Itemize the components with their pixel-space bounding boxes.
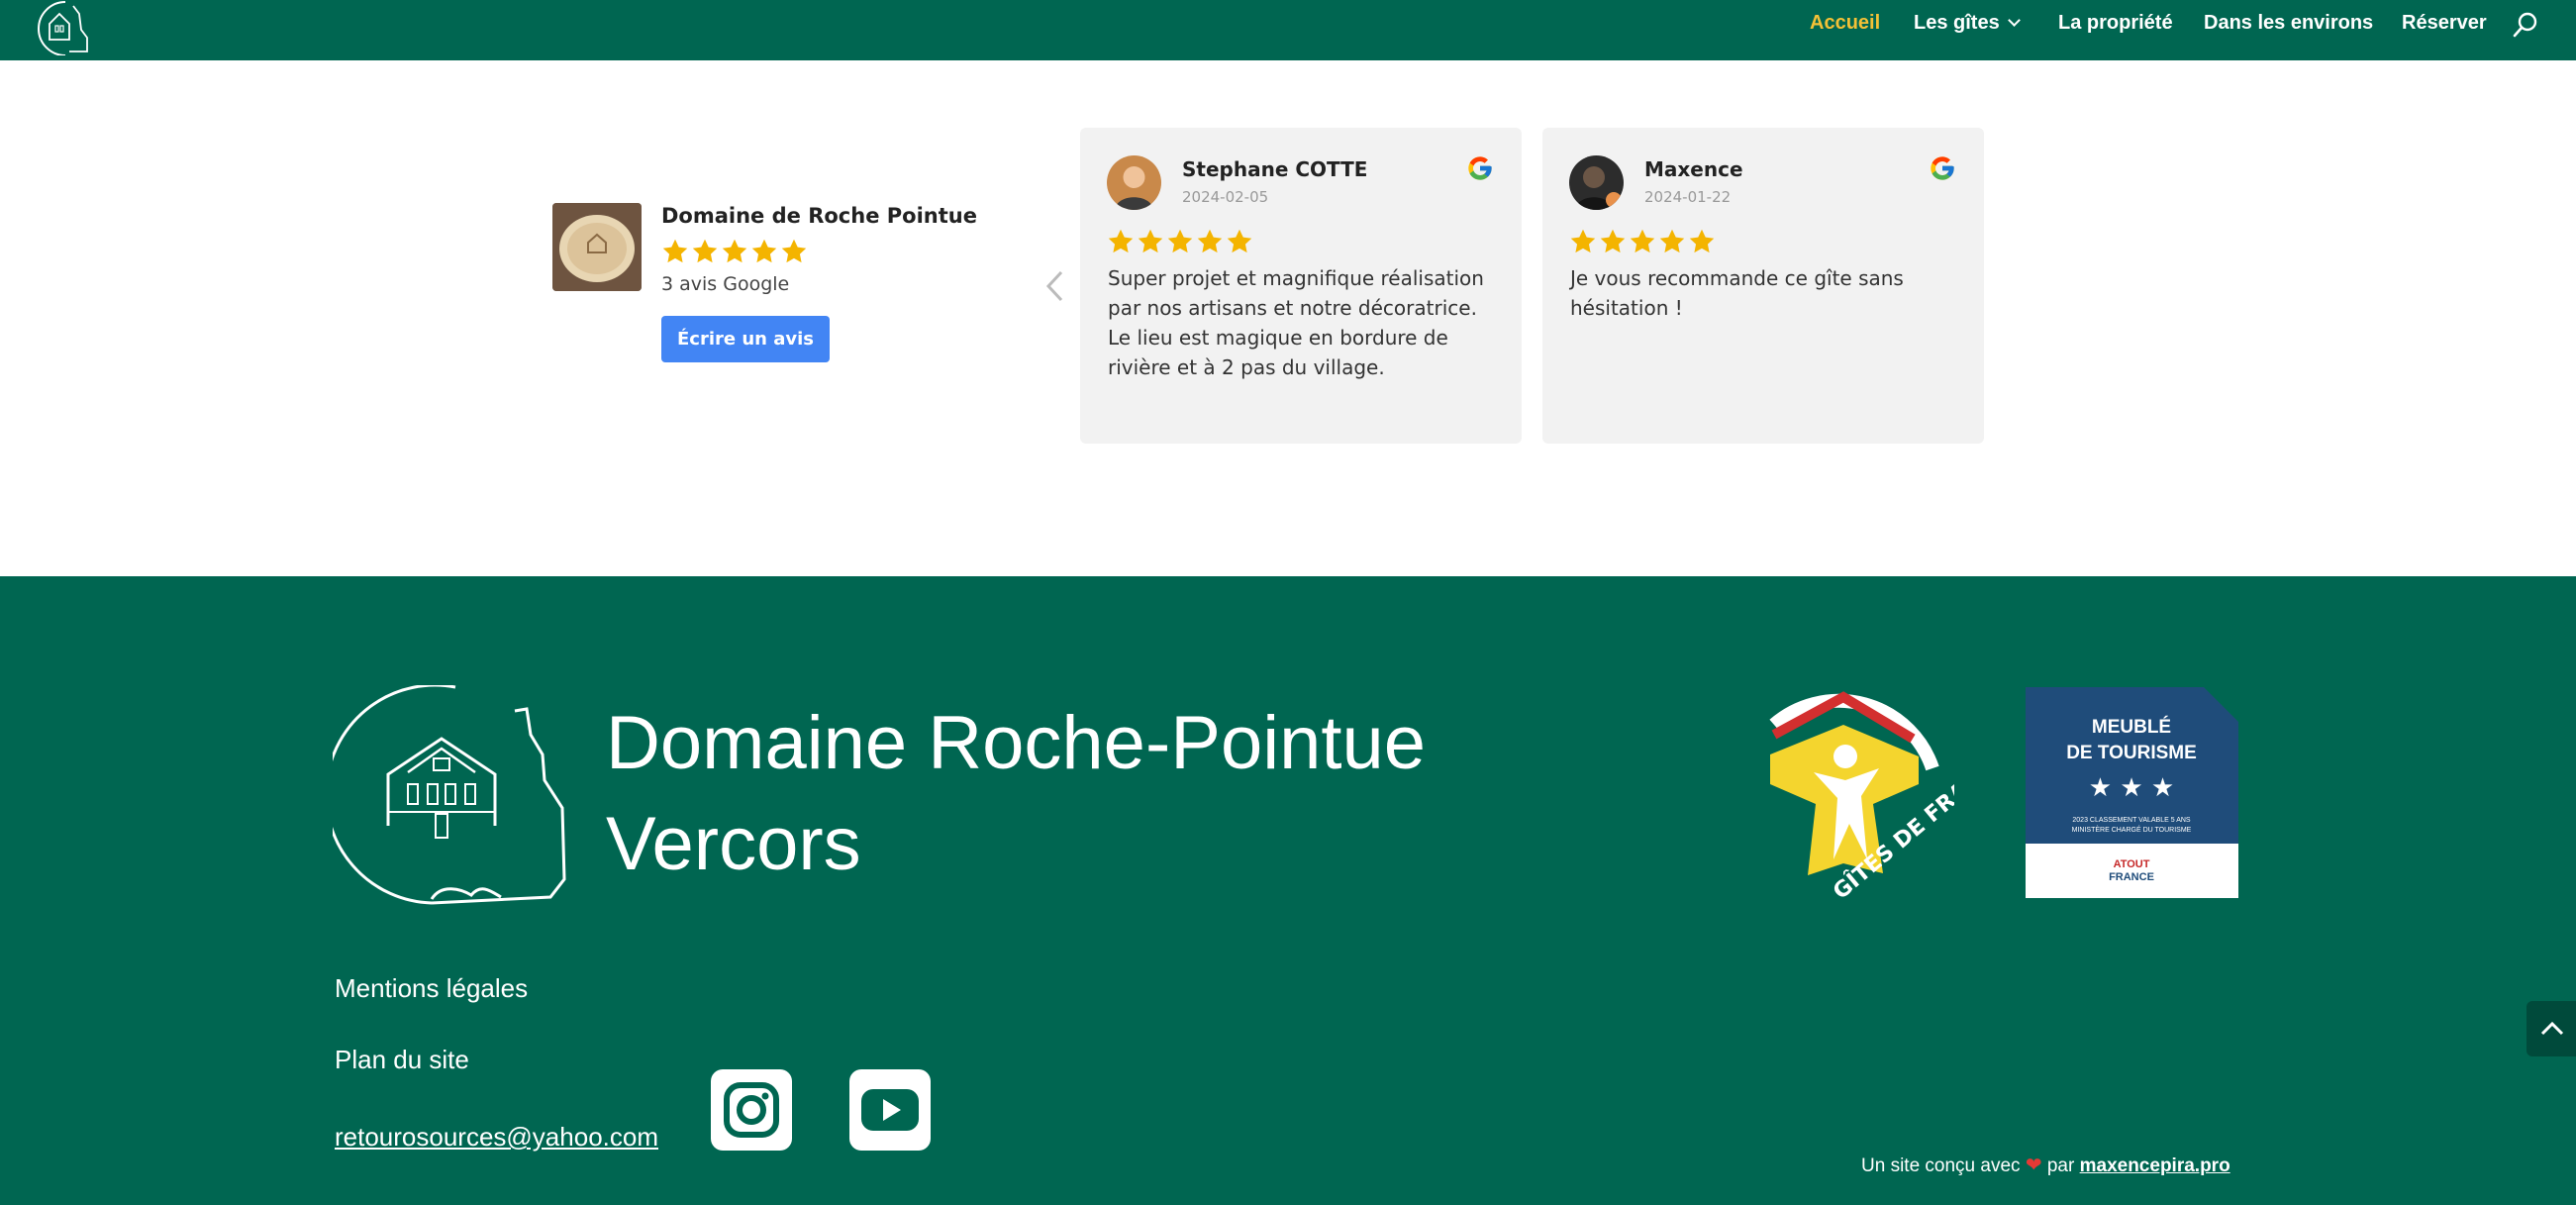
review-rating-stars [1107,228,1253,255]
meuble-small1: 2023 CLASSEMENT VALABLE 5 ANS [2072,817,2191,824]
write-review-button[interactable]: Écrire un avis [661,316,830,362]
business-photo [552,203,642,291]
nav-la-propriete[interactable]: La propriété [2058,12,2173,35]
star-icon [1138,229,1163,253]
back-to-top-button[interactable] [2526,1001,2576,1056]
star-icon [1600,229,1626,253]
star-icon [1197,229,1223,253]
youtube-icon [861,1089,919,1131]
google-icon [1468,156,1492,180]
review-rating-stars [1569,228,1716,255]
review-text: Super projet et magnifique réalisation p… [1108,266,1484,379]
star-icon [1630,229,1655,253]
business-name: Domaine de Roche Pointue [661,204,977,228]
gites-de-france-logo: GÎTES DE FRANCE [1769,691,1954,905]
review-author: Maxence [1644,157,1743,181]
mentions-legales-link[interactable]: Mentions légales [335,973,528,1004]
site-logo[interactable] [36,0,97,55]
google-icon [1931,156,1954,180]
review-count: 3 avis Google [661,273,790,295]
chevron-up-icon [2540,1021,2564,1036]
chevron-down-icon [2007,14,2021,27]
meuble-stars: ★ ★ ★ [2089,773,2174,803]
star-icon [1108,229,1134,253]
nav-dans-les-environs[interactable]: Dans les environs [2204,12,2373,35]
star-icon [1689,229,1715,253]
star-icon [662,239,688,263]
nav-accueil[interactable]: Accueil [1810,12,1880,35]
meuble-de-tourisme-badge: MEUBLÉ DE TOURISME ★ ★ ★ 2023 CLASSEMENT… [2026,687,2238,898]
credit-by: par [2046,1155,2075,1176]
site-credit: Un site conçu avec ❤ par maxencepira.pro [1861,1153,2230,1177]
meuble-small2: MINISTÈRE CHARGÉ DU TOURISME [2072,825,2192,834]
star-icon [1227,229,1252,253]
star-icon [1167,229,1193,253]
user-photo [1569,155,1624,210]
nav-les-gites[interactable]: Les gîtes [1914,12,2021,35]
user-photo [1107,155,1161,210]
wooden-sign-image [552,203,642,291]
footer-title: Domaine Roche-Pointue Vercors [606,693,1497,895]
review-card: Maxence 2024-01-22 Je vous recommande ce… [1542,128,1984,444]
star-icon [722,239,747,263]
star-icon [751,239,777,263]
chevron-left-icon[interactable] [1044,269,1066,303]
youtube-button[interactable] [849,1069,931,1151]
credit-link[interactable]: maxencepira.pro [2080,1155,2230,1176]
search-icon[interactable] [2513,12,2538,38]
heart-icon: ❤ [2025,1155,2042,1176]
meuble-line2: DE TOURISME [2066,743,2197,763]
star-icon [692,239,718,263]
instagram-icon [724,1082,779,1138]
review-text: Je vous recommande ce gîte sans hésitati… [1570,266,1904,320]
email-link[interactable]: retourosources@yahoo.com [335,1122,658,1153]
footer-title-line2: Vercors [606,802,861,886]
review-card: Stephane COTTE 2024-02-05 Super projet e… [1080,128,1522,444]
meuble-line1: MEUBLÉ [2092,716,2171,738]
avatar [1569,155,1624,210]
atout-line2: FRANCE [2109,871,2154,883]
avatar [1107,155,1161,210]
review-date: 2024-01-22 [1644,188,1732,206]
plan-du-site-link[interactable]: Plan du site [335,1045,469,1075]
nav-les-gites-label: Les gîtes [1914,12,2000,34]
star-icon [1659,229,1685,253]
domaine-logo [333,685,566,905]
footer-title-line1: Domaine Roche-Pointue [606,701,1427,785]
business-rating-stars [661,238,808,265]
star-icon [1570,229,1596,253]
credit-prefix: Un site conçu avec [1861,1155,2021,1176]
review-author: Stephane COTTE [1182,157,1368,181]
nav-reserver[interactable]: Réserver [2402,12,2487,35]
review-date: 2024-02-05 [1182,188,1269,206]
site-header: Accueil Les gîtes La propriété Dans les … [0,0,2576,60]
instagram-button[interactable] [711,1069,792,1151]
star-icon [781,239,807,263]
atout-line1: ATOUT [2114,858,2150,870]
